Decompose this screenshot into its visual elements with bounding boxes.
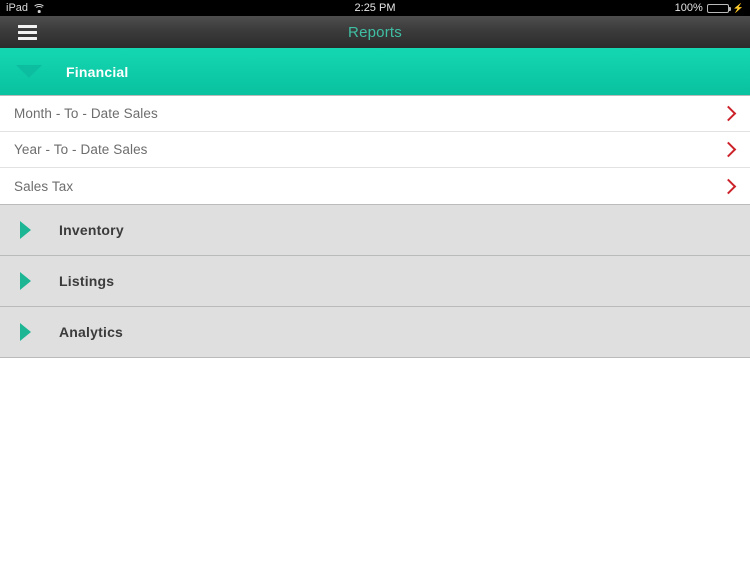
triangle-right-icon (20, 272, 31, 290)
triangle-down-icon (16, 65, 42, 78)
chevron-right-icon (720, 178, 737, 194)
section-label-inventory: Inventory (59, 222, 124, 238)
empty-content-area (0, 358, 750, 558)
status-bar: iPad 2:25 PM 100% ⚡ (0, 0, 750, 16)
list-item-label: Month - To - Date Sales (14, 106, 158, 121)
section-label-listings: Listings (59, 273, 115, 289)
list-item-label: Year - To - Date Sales (14, 142, 148, 157)
navigation-bar: Reports (0, 16, 750, 48)
list-item[interactable]: Month - To - Date Sales (0, 96, 750, 132)
section-rows-financial: Month - To - Date Sales Year - To - Date… (0, 96, 750, 205)
battery-icon (706, 3, 731, 13)
lightning-bolt-icon: ⚡ (732, 2, 744, 13)
hamburger-menu-icon[interactable] (18, 24, 37, 40)
section-header-analytics[interactable]: Analytics (0, 307, 750, 358)
section-label-analytics: Analytics (59, 324, 124, 340)
device-name-label: iPad (6, 2, 29, 14)
page-title: Reports (348, 23, 402, 41)
section-header-financial[interactable]: Financial (0, 48, 750, 96)
section-header-inventory[interactable]: Inventory (0, 205, 750, 256)
section-header-listings[interactable]: Listings (0, 256, 750, 307)
battery-percent-label: 100% (674, 2, 703, 14)
status-bar-clock: 2:25 PM (354, 2, 396, 14)
list-item[interactable]: Year - To - Date Sales (0, 132, 750, 168)
status-bar-left: iPad (6, 2, 46, 14)
chevron-right-icon (720, 105, 737, 122)
chevron-right-icon (720, 141, 737, 158)
triangle-right-icon (20, 323, 31, 341)
list-item[interactable]: Sales Tax (0, 168, 750, 204)
triangle-right-icon (20, 221, 31, 239)
wifi-icon (32, 3, 46, 13)
reports-list: Financial Month - To - Date Sales Year -… (0, 48, 750, 558)
section-label-financial: Financial (66, 63, 129, 80)
status-bar-right: 100% ⚡ (675, 2, 744, 14)
list-item-label: Sales Tax (14, 178, 74, 194)
